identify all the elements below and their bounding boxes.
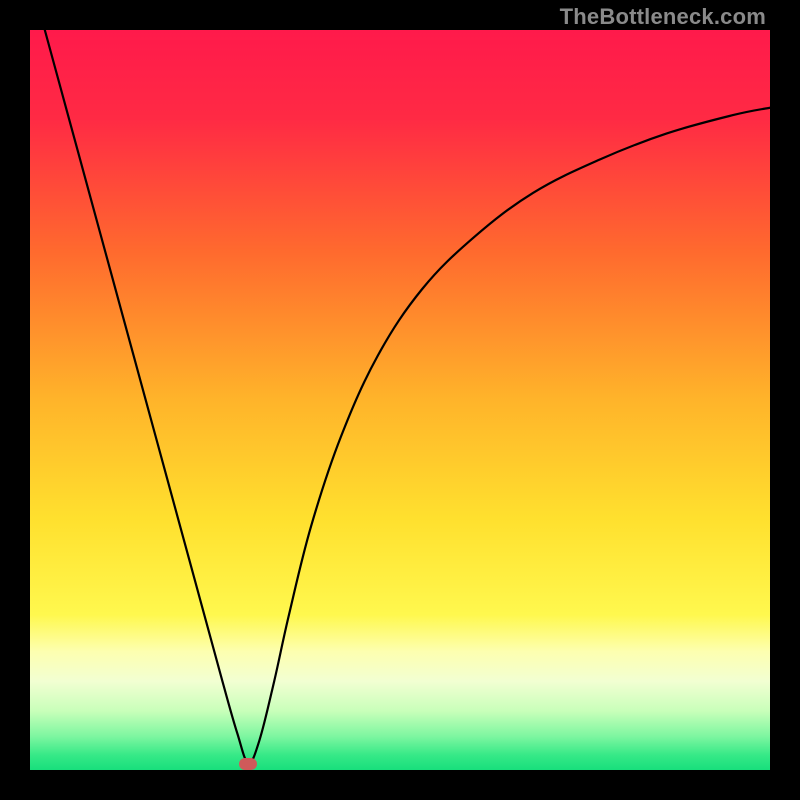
bottleneck-curve [30,30,770,770]
watermark-text: TheBottleneck.com [560,4,766,30]
chart-frame: TheBottleneck.com [0,0,800,800]
optimum-marker [239,758,257,770]
plot-area [30,30,770,770]
